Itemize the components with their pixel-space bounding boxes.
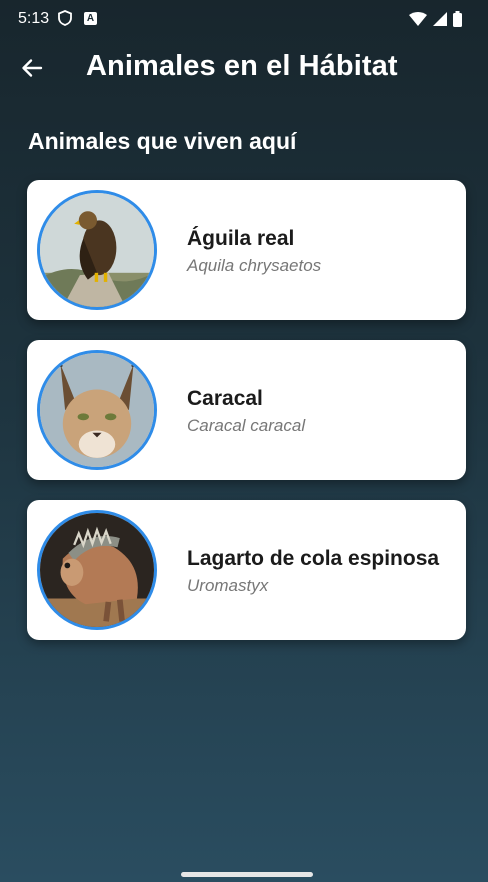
animal-info: Águila real Aquila chrysaetos [187, 180, 447, 320]
app-bar: Animales en el Hábitat [0, 40, 488, 96]
signal-icon [433, 12, 447, 26]
gesture-nav-handle[interactable] [181, 872, 313, 877]
caracal-image [40, 353, 154, 467]
battery-icon [453, 11, 462, 27]
caracal-photo [37, 350, 157, 470]
iguana-photo [37, 510, 157, 630]
animal-list: Águila real Aquila chrysaetos Caracal Ca… [27, 180, 466, 660]
shield-icon [58, 10, 72, 26]
animal-card-lagarto-de-cola-espinosa[interactable]: Lagarto de cola espinosa Uromastyx [27, 500, 466, 640]
animal-name: Caracal [187, 387, 263, 410]
section-title: Animales que viven aquí [28, 128, 297, 154]
animal-scientific-name: Aquila chrysaetos [187, 256, 322, 275]
animal-name: Lagarto de cola espinosa [187, 547, 440, 570]
page-title: Animales en el Hábitat [86, 50, 398, 82]
eagle-image [40, 193, 154, 307]
eagle-photo [37, 190, 157, 310]
animal-card-caracal[interactable]: Caracal Caracal caracal [27, 340, 466, 480]
status-bar: 5:13 A [0, 0, 488, 36]
animal-scientific-name: Uromastyx [187, 576, 269, 595]
animal-scientific-name: Caracal caracal [187, 416, 306, 435]
status-time: 5:13 [18, 10, 50, 27]
accessibility-badge-icon: A [84, 12, 97, 25]
back-button[interactable] [16, 52, 48, 84]
animal-info: Lagarto de cola espinosa Uromastyx [187, 500, 447, 640]
status-icons [409, 11, 462, 27]
wifi-icon [409, 12, 427, 26]
arrow-left-icon [22, 59, 43, 77]
iguana-image [40, 513, 154, 627]
animal-card-aguila-real[interactable]: Águila real Aquila chrysaetos [27, 180, 466, 320]
animal-info: Caracal Caracal caracal [187, 340, 447, 480]
animal-name: Águila real [187, 227, 295, 250]
